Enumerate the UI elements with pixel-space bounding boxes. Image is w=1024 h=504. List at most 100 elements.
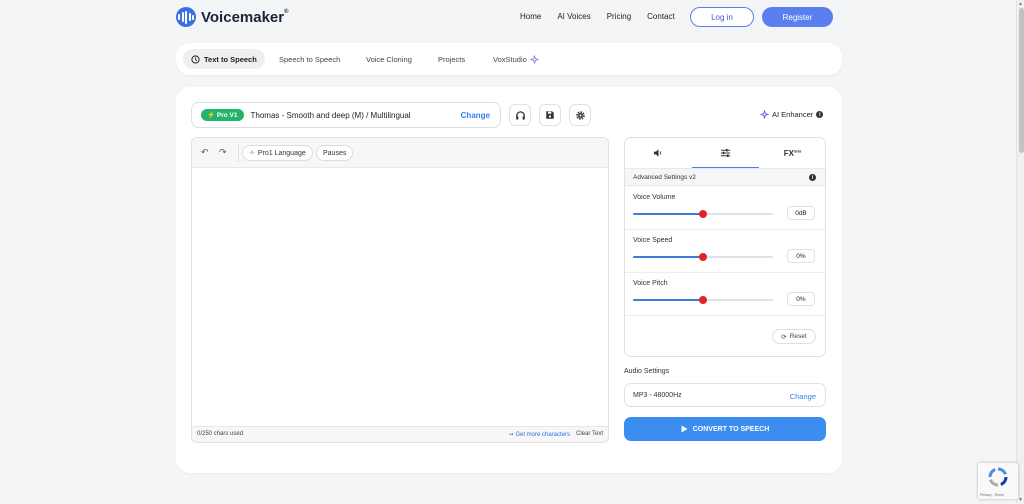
text-input-area[interactable] <box>192 168 608 427</box>
pro-badge: ⚡ Pro V1 <box>201 109 244 121</box>
register-button[interactable]: Register <box>762 7 833 27</box>
voice-speed-label: Voice Speed <box>633 237 673 244</box>
voice-pitch-value[interactable]: 0% <box>787 292 815 306</box>
scroll-down-icon[interactable]: ▼ <box>1018 497 1023 503</box>
convert-to-speech-button[interactable]: CONVERT TO SPEECH <box>624 417 826 441</box>
audio-change-link[interactable]: Change <box>790 392 816 401</box>
convert-label: CONVERT TO SPEECH <box>692 425 770 433</box>
slider-thumb[interactable] <box>699 296 707 304</box>
voice-speed-slider[interactable] <box>633 253 773 261</box>
tab-label: Speech to Speech <box>279 54 341 64</box>
voice-volume-control: Voice Volume 0dB <box>625 187 825 230</box>
speaker-icon <box>653 149 661 157</box>
tab-fx[interactable]: FXbeta <box>759 138 826 168</box>
info-icon[interactable]: i <box>816 111 824 118</box>
tab-audio[interactable] <box>625 138 692 168</box>
sliders-icon <box>720 148 731 157</box>
info-icon[interactable]: i <box>809 174 816 181</box>
logo-text: Voicemaker® <box>201 8 289 26</box>
headphones-icon <box>515 110 525 120</box>
scroll-thumb[interactable] <box>1018 8 1024 153</box>
reset-label: Reset <box>789 333 807 340</box>
text-editor: ↶ ↷ ✧ Pro1 Language Pauses 0/250 chars u… <box>191 137 609 443</box>
editor-footer: 0/250 chars used ➞ Get more characters C… <box>192 426 608 442</box>
undo-icon[interactable]: ↶ <box>201 147 209 158</box>
voice-speed-control: Voice Speed 0% <box>625 230 825 273</box>
nav-home[interactable]: Home <box>520 12 541 21</box>
pauses-button[interactable]: Pauses <box>316 145 354 161</box>
audio-settings-label: Audio Settings <box>624 368 670 375</box>
sparkle-icon: ✧ <box>249 150 255 157</box>
gear-icon <box>575 110 585 120</box>
tab-voice-cloning[interactable]: Voice Cloning <box>358 49 420 69</box>
slider-fill <box>633 256 703 258</box>
nav-contact[interactable]: Contact <box>647 12 675 21</box>
voice-volume-label: Voice Volume <box>633 194 676 201</box>
preview-voice-button[interactable] <box>509 104 531 126</box>
slider-thumb[interactable] <box>699 210 707 218</box>
voice-pitch-slider[interactable] <box>633 296 773 304</box>
voice-pitch-label: Voice Pitch <box>633 280 668 287</box>
tab-label: Text to Speech <box>204 54 257 64</box>
tab-label: Projects <box>438 54 466 64</box>
tts-card: ⚡ Pro V1 Thomas - Smooth and deep (M) / … <box>176 87 842 473</box>
tab-advanced[interactable] <box>692 138 759 168</box>
advanced-settings-header: Advanced Settings v2 i <box>625 168 825 186</box>
nav-pricing[interactable]: Pricing <box>607 12 631 21</box>
voicemaker-logo[interactable]: Voicemaker® <box>176 7 289 27</box>
voice-selector[interactable]: ⚡ Pro V1 Thomas - Smooth and deep (M) / … <box>191 102 501 128</box>
audio-format-value: MP3 - 48000Hz <box>633 392 682 399</box>
tab-text-to-speech[interactable]: Text to Speech <box>183 49 265 69</box>
sparkle-icon <box>529 54 539 64</box>
ai-enhancer-label: AI Enhancer <box>772 110 814 119</box>
voice-name: Thomas - Smooth and deep (M) / Multiling… <box>250 110 411 120</box>
recaptcha-logo-icon <box>988 467 1008 487</box>
top-header: Voicemaker® Home AI Voices Pricing Conta… <box>0 0 1016 36</box>
editor-toolbar: ↶ ↷ ✧ Pro1 Language Pauses <box>192 138 608 168</box>
slider-thumb[interactable] <box>699 253 707 261</box>
tab-projects[interactable]: Projects <box>430 49 473 69</box>
toolbar-divider <box>238 144 239 162</box>
voice-change-link[interactable]: Change <box>461 111 490 120</box>
logo-waveform-icon <box>176 7 196 27</box>
tab-voxstudio[interactable]: VoxStudio <box>485 49 547 69</box>
voice-volume-slider[interactable] <box>633 210 773 218</box>
advanced-settings-label: Advanced Settings v2 <box>633 174 696 181</box>
scroll-up-icon[interactable]: ▲ <box>1018 1 1023 7</box>
clock-icon <box>191 54 200 64</box>
save-icon <box>546 111 554 119</box>
slider-fill <box>633 299 703 301</box>
save-button[interactable] <box>539 104 561 126</box>
voice-volume-value[interactable]: 0dB <box>787 206 815 220</box>
fx-tab-label: FXbeta <box>783 148 802 158</box>
voice-speed-value[interactable]: 0% <box>787 249 815 263</box>
page-scrollbar[interactable]: ▲ ▼ <box>1016 0 1024 504</box>
clear-text-button[interactable]: Clear Text <box>576 431 603 437</box>
tab-label: Voice Cloning <box>366 54 412 64</box>
recaptcha-badge[interactable]: Privacy - Terms <box>978 463 1018 499</box>
settings-button[interactable] <box>569 104 591 126</box>
play-icon <box>681 425 688 433</box>
login-button[interactable]: Log in <box>690 7 754 27</box>
chars-used: 0/250 chars used <box>197 431 244 437</box>
sparkle-icon <box>760 110 769 119</box>
ai-enhancer-toggle[interactable]: AI Enhancer i <box>760 110 824 119</box>
settings-tabs: FXbeta <box>625 138 825 168</box>
voice-pitch-control: Voice Pitch 0% <box>625 273 825 316</box>
pro-language-button[interactable]: ✧ Pro1 Language <box>242 145 313 161</box>
reset-button[interactable]: ⟳ Reset <box>772 329 816 344</box>
redo-icon[interactable]: ↷ <box>219 147 227 158</box>
pro-language-label: Pro1 Language <box>257 149 306 157</box>
audio-settings-box: MP3 - 48000Hz Change <box>624 383 826 407</box>
recaptcha-terms[interactable]: Privacy - Terms <box>980 493 1004 497</box>
settings-panel: FXbeta Advanced Settings v2 i Voice Volu… <box>624 137 826 357</box>
main-nav: Home AI Voices Pricing Contact <box>520 12 691 21</box>
get-more-characters-link[interactable]: ➞ Get more characters <box>509 431 570 438</box>
tab-speech-to-speech[interactable]: Speech to Speech <box>271 49 348 69</box>
feature-tabs: Text to Speech Speech to Speech Voice Cl… <box>176 43 842 75</box>
tab-label: VoxStudio <box>493 54 527 64</box>
refresh-icon: ⟳ <box>781 333 787 341</box>
pauses-label: Pauses <box>323 149 347 157</box>
slider-fill <box>633 213 703 215</box>
nav-ai-voices[interactable]: AI Voices <box>557 12 590 21</box>
